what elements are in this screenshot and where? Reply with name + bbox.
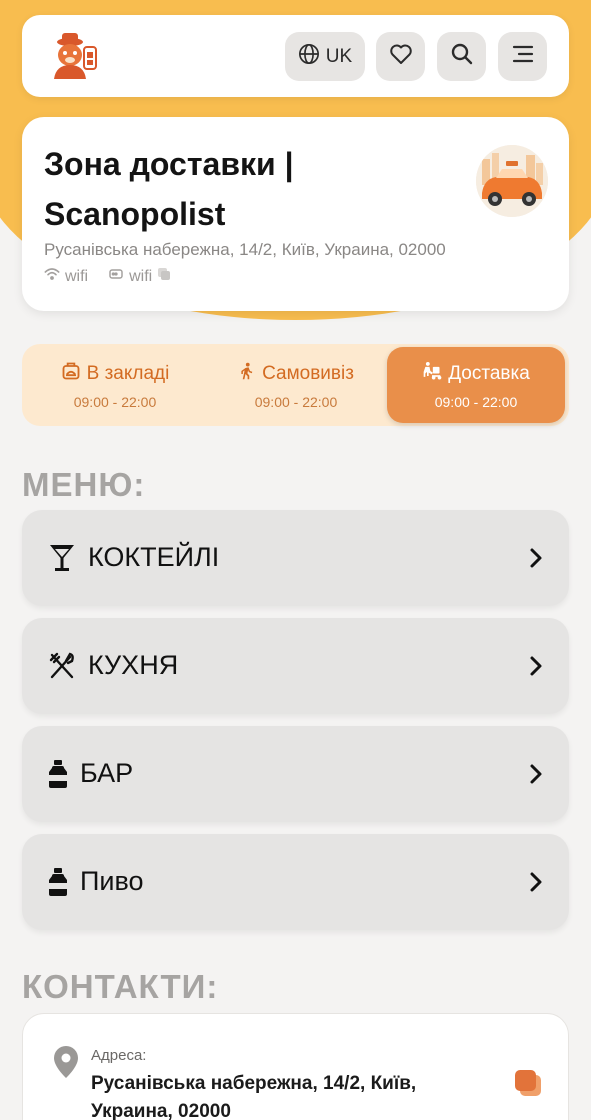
tab-delivery-label: Доставка xyxy=(448,362,530,384)
menu-item-label: КОКТЕЙЛІ xyxy=(88,542,220,572)
wifi-password[interactable]: wifi xyxy=(108,266,171,287)
menu-item-cocktails[interactable]: КОКТЕЙЛІ xyxy=(22,510,569,606)
service-tabs: В закладі 09:00 - 22:00 Самовивіз 09:00 … xyxy=(22,344,569,426)
menu-item-beer[interactable]: Пиво xyxy=(22,834,569,930)
wifi-name: wifi xyxy=(65,267,89,285)
menu-icon xyxy=(512,45,534,68)
utensils-icon xyxy=(48,651,76,681)
menu-item-label: БАР xyxy=(80,758,134,788)
tab-pickup-hours: 09:00 - 22:00 xyxy=(254,393,338,410)
chevron-right-icon xyxy=(529,762,543,786)
venue-title: Зона доставки | Scanopolist xyxy=(44,139,464,239)
dine-in-icon xyxy=(61,361,81,387)
tab-dine-in[interactable]: В закладі 09:00 - 22:00 xyxy=(26,347,204,423)
cocktail-icon xyxy=(48,543,76,573)
contacts-card: Адреса: Русанівська набережна, 14/2, Киї… xyxy=(22,1013,569,1120)
menu-item-kitchen[interactable]: КУХНЯ xyxy=(22,618,569,714)
search-button[interactable] xyxy=(437,32,486,81)
venue-card: Зона доставки | Scanopolist Русанівська … xyxy=(22,117,569,311)
wifi-network: wifi xyxy=(44,267,88,286)
password-icon xyxy=(108,266,124,287)
wifi-icon xyxy=(44,267,60,286)
menu-item-label: Пиво xyxy=(80,866,144,896)
language-code: UK xyxy=(325,45,353,67)
tab-delivery[interactable]: Доставка 09:00 - 22:00 xyxy=(387,347,565,423)
tab-dine-in-label: В закладі xyxy=(86,362,170,384)
search-icon xyxy=(450,42,474,71)
map-pin-icon xyxy=(51,1044,81,1080)
venue-title-line1: Зона доставки | xyxy=(44,146,294,182)
walking-icon xyxy=(238,361,256,387)
venue-title-line2: Scanopolist xyxy=(44,196,226,232)
bottle-icon xyxy=(48,759,76,789)
tab-dine-in-hours: 09:00 - 22:00 xyxy=(73,393,157,410)
brand-logo[interactable] xyxy=(48,31,104,81)
venue-address: Русанівська набережна, 14/2, Київ, Украи… xyxy=(44,240,446,259)
top-header: UK xyxy=(22,15,569,97)
tab-pickup-label: Самовивіз xyxy=(262,362,354,384)
menu-item-bar[interactable]: БАР xyxy=(22,726,569,822)
language-button[interactable]: UK xyxy=(285,32,365,81)
menu-item-label: КУХНЯ xyxy=(88,650,179,680)
chevron-right-icon xyxy=(529,546,543,570)
tab-delivery-hours: 09:00 - 22:00 xyxy=(434,393,518,410)
heart-icon xyxy=(389,43,413,70)
copy-address-icon[interactable] xyxy=(513,1068,543,1098)
delivery-icon xyxy=(422,361,442,387)
chevron-right-icon xyxy=(529,654,543,678)
tab-pickup[interactable]: Самовивіз 09:00 - 22:00 xyxy=(207,347,385,423)
favorites-button[interactable] xyxy=(376,32,425,81)
chevron-right-icon xyxy=(529,870,543,894)
address-label: Адреса: xyxy=(91,1047,147,1064)
menu-section-title: МЕНЮ: xyxy=(22,466,146,503)
address-value: Русанівська набережна, 14/2, Київ, Украи… xyxy=(91,1073,417,1120)
copy-icon[interactable] xyxy=(157,267,171,286)
globe-icon xyxy=(298,43,320,70)
wifi-info: wifi wifi xyxy=(44,266,191,287)
hamburger-menu-button[interactable] xyxy=(498,32,547,81)
wifi-password-value: wifi xyxy=(129,267,153,285)
bottle-icon xyxy=(48,867,76,897)
venue-avatar xyxy=(476,145,548,217)
contacts-section-title: КОНТАКТИ: xyxy=(22,968,219,1005)
